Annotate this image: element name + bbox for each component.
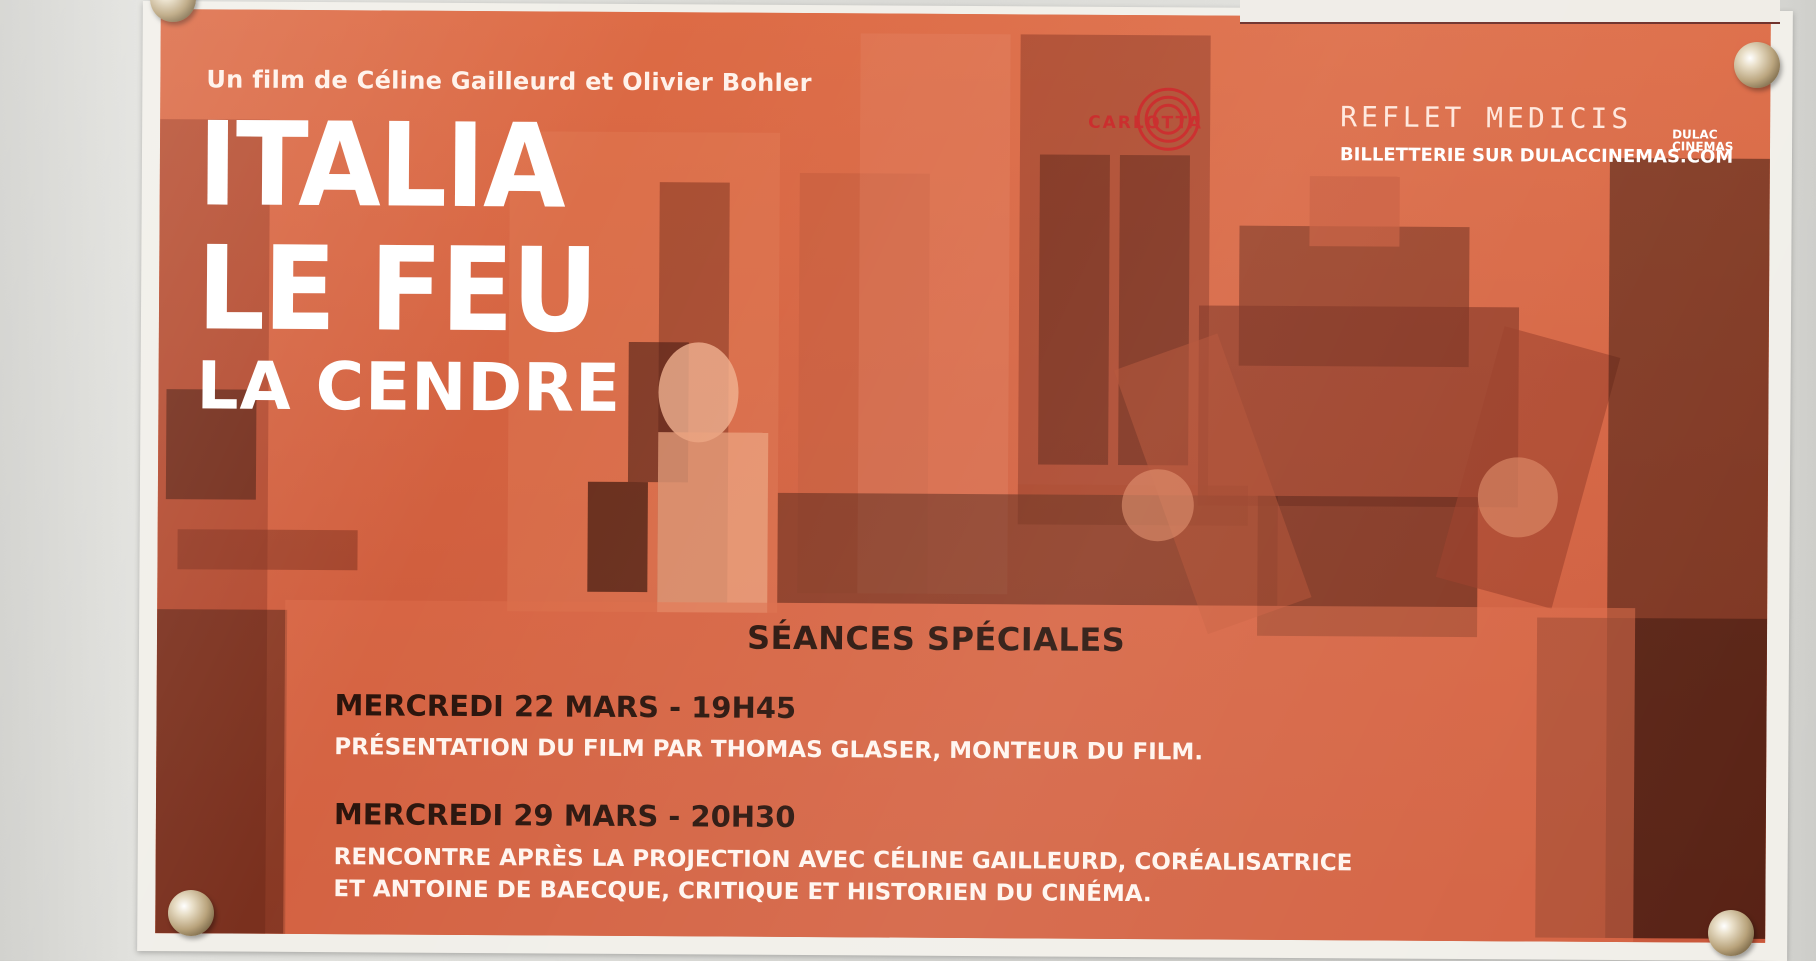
screening-2-date: MERCREDI 29 MARS - 20H30: [333, 797, 796, 834]
film-title-line-3: LA CENDRE: [196, 347, 622, 427]
carlotta-logo-text: CARLOTTA: [1088, 112, 1204, 134]
pushpin-bottom-right: [1708, 910, 1754, 956]
pushpin-top-right: [1734, 42, 1780, 88]
film-title-line-2: LE FEU: [196, 221, 598, 359]
film-title-line-1: ITALIA: [197, 97, 565, 235]
film-credit: Un film de Céline Gailleurd et Olivier B…: [206, 65, 812, 98]
ticketing-info: BILLETTERIE SUR DULACCINEMAS.COM: [1339, 144, 1734, 168]
screening-1-date: MERCREDI 22 MARS - 19H45: [334, 688, 797, 725]
cinema-name: REFLET MEDICIS: [1340, 100, 1633, 136]
screening-1-description: PRÉSENTATION DU FILM PAR THOMAS GLASER, …: [334, 734, 1204, 766]
screening-2-description-line-2: ET ANTOINE DE BAECQUE, CRITIQUE ET HISTO…: [333, 876, 1152, 908]
pushpin-bottom-left: [168, 890, 214, 936]
adjacent-poster-edge: [1240, 0, 1780, 24]
film-poster: Un film de Céline Gailleurd et Olivier B…: [155, 9, 1771, 943]
carlotta-logo: CARLOTTA: [1088, 85, 1248, 156]
screenings-heading: SÉANCES SPÉCIALES: [746, 618, 1126, 659]
